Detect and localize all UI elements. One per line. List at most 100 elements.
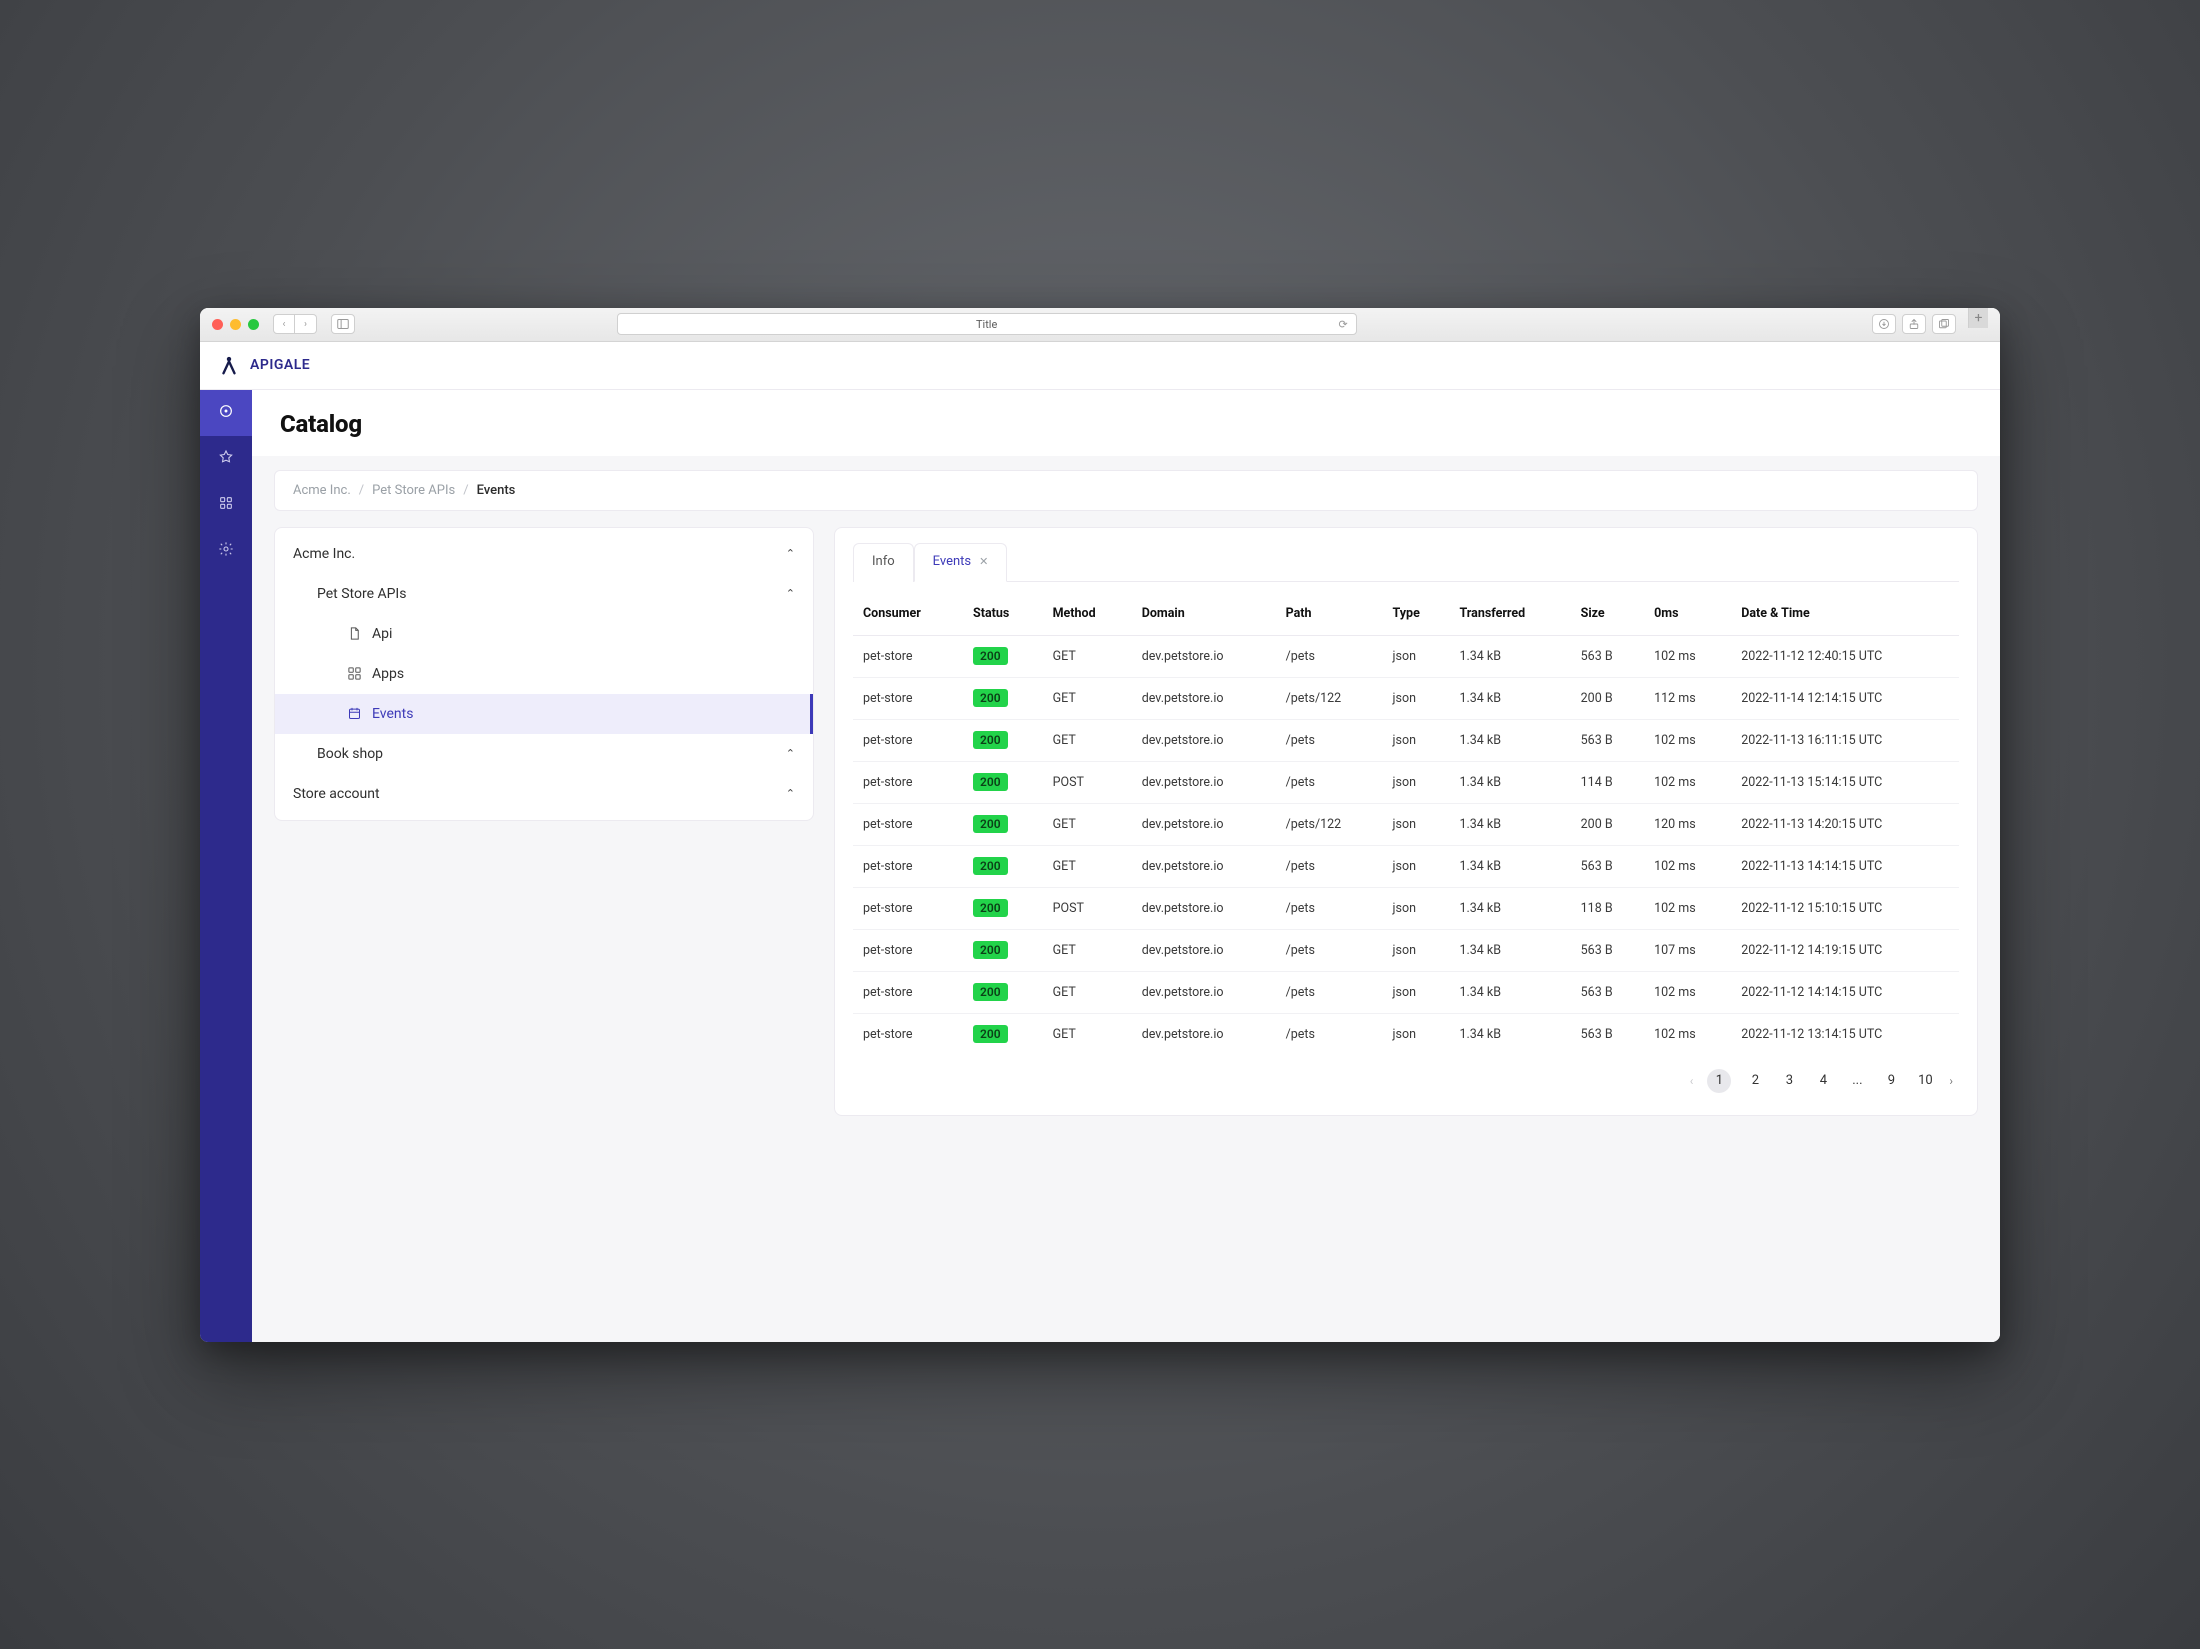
status-badge: 200: [973, 647, 1008, 665]
cell-type: json: [1383, 761, 1450, 803]
table-row[interactable]: pet-store200GETdev.petstore.io/petsjson1…: [853, 971, 1959, 1013]
tabs-button[interactable]: [1932, 314, 1956, 334]
new-tab-button[interactable]: +: [1968, 308, 1988, 328]
close-window-icon[interactable]: [212, 319, 223, 330]
col-path[interactable]: Path: [1276, 592, 1383, 636]
cell-method: POST: [1043, 887, 1132, 929]
status-badge: 200: [973, 815, 1008, 833]
table-row[interactable]: pet-store200GETdev.petstore.io/petsjson1…: [853, 845, 1959, 887]
cell-size: 563 B: [1571, 929, 1644, 971]
tree-item-api[interactable]: Api: [275, 614, 813, 654]
layout: Acme Inc. / Pet Store APIs / Events Acme…: [252, 456, 2000, 1142]
col-transferred[interactable]: Transferred: [1449, 592, 1570, 636]
cell-method: GET: [1043, 845, 1132, 887]
cell-transferred: 1.34 kB: [1449, 1013, 1570, 1055]
cell-type: json: [1383, 929, 1450, 971]
gear-icon: [218, 541, 234, 561]
cell-transferred: 1.34 kB: [1449, 635, 1570, 677]
share-button[interactable]: [1902, 314, 1926, 334]
cell-transferred: 1.34 kB: [1449, 971, 1570, 1013]
tree-item-events[interactable]: Events: [275, 694, 813, 734]
page-number[interactable]: 9: [1881, 1073, 1901, 1088]
cell-ms: 102 ms: [1644, 971, 1731, 1013]
star-icon: [218, 449, 234, 469]
table-row[interactable]: pet-store200POSTdev.petstore.io/petsjson…: [853, 887, 1959, 929]
status-badge: 200: [973, 689, 1008, 707]
col-datetime[interactable]: Date & Time: [1731, 592, 1959, 636]
cell-datetime: 2022-11-12 15:10:15 UTC: [1731, 887, 1959, 929]
page-number[interactable]: 1: [1707, 1069, 1731, 1093]
tree-node-org[interactable]: Acme Inc. ⌃: [275, 534, 813, 574]
brand-logo-icon: [218, 354, 240, 376]
cell-consumer: pet-store: [853, 845, 963, 887]
tab-label: Events: [933, 554, 971, 569]
cell-type: json: [1383, 1013, 1450, 1055]
col-domain[interactable]: Domain: [1132, 592, 1276, 636]
minimize-window-icon[interactable]: [230, 319, 241, 330]
chrome-right: [1872, 314, 1956, 334]
tree-label: Pet Store APIs: [317, 586, 406, 602]
cell-domain: dev.petstore.io: [1132, 803, 1276, 845]
tab-events[interactable]: Events ✕: [914, 543, 1008, 582]
tree-node-store-account[interactable]: Store account ⌃: [275, 774, 813, 814]
col-status[interactable]: Status: [963, 592, 1043, 636]
app-window: ‹ › Title ⟳ + APIGALE: [200, 308, 2000, 1342]
page-prev-button[interactable]: ‹: [1690, 1074, 1694, 1088]
table-row[interactable]: pet-store200GETdev.petstore.io/petsjson1…: [853, 929, 1959, 971]
table-row[interactable]: pet-store200GETdev.petstore.io/petsjson1…: [853, 1013, 1959, 1055]
cell-size: 563 B: [1571, 1013, 1644, 1055]
sidebar-toggle-button[interactable]: [331, 314, 355, 334]
cell-status: 200: [963, 971, 1043, 1013]
cell-status: 200: [963, 719, 1043, 761]
cell-datetime: 2022-11-12 14:19:15 UTC: [1731, 929, 1959, 971]
table-row[interactable]: pet-store200POSTdev.petstore.io/petsjson…: [853, 761, 1959, 803]
breadcrumb-item[interactable]: Pet Store APIs: [372, 483, 455, 498]
cell-type: json: [1383, 803, 1450, 845]
back-button[interactable]: ‹: [273, 314, 295, 334]
apps-icon: [347, 666, 362, 681]
page-number[interactable]: 10: [1915, 1073, 1935, 1088]
col-ms[interactable]: 0ms: [1644, 592, 1731, 636]
tab-info[interactable]: Info: [853, 543, 914, 582]
status-badge: 200: [973, 899, 1008, 917]
col-consumer[interactable]: Consumer: [853, 592, 963, 636]
col-size[interactable]: Size: [1571, 592, 1644, 636]
rail-item-catalog[interactable]: [200, 390, 252, 436]
col-type[interactable]: Type: [1383, 592, 1450, 636]
cell-ms: 102 ms: [1644, 635, 1731, 677]
page-number[interactable]: 3: [1779, 1073, 1799, 1088]
close-icon[interactable]: ✕: [979, 555, 988, 568]
page-next-button[interactable]: ›: [1949, 1074, 1953, 1088]
tree-node-bookshop[interactable]: Book shop ⌃: [275, 734, 813, 774]
page-number[interactable]: 4: [1813, 1073, 1833, 1088]
table-row[interactable]: pet-store200GETdev.petstore.io/pets/122j…: [853, 803, 1959, 845]
tree-label: Book shop: [317, 746, 383, 762]
refresh-icon[interactable]: ⟳: [1338, 318, 1347, 331]
table-row[interactable]: pet-store200GETdev.petstore.io/pets/122j…: [853, 677, 1959, 719]
tree-label: Store account: [293, 786, 380, 802]
tree-item-label: Apps: [372, 666, 404, 682]
tree-node-group[interactable]: Pet Store APIs ⌃: [275, 574, 813, 614]
rail-item-settings[interactable]: [200, 528, 252, 574]
browser-chrome: ‹ › Title ⟳ +: [200, 308, 2000, 342]
calendar-icon: [347, 706, 362, 721]
page-number[interactable]: 2: [1745, 1073, 1765, 1088]
col-method[interactable]: Method: [1043, 592, 1132, 636]
table-row[interactable]: pet-store200GETdev.petstore.io/petsjson1…: [853, 635, 1959, 677]
rail-item-dashboard[interactable]: [200, 482, 252, 528]
rail-item-favorites[interactable]: [200, 436, 252, 482]
chevron-up-icon: ⌃: [786, 547, 795, 560]
cell-type: json: [1383, 887, 1450, 929]
breadcrumb-item[interactable]: Acme Inc.: [293, 483, 351, 498]
maximize-window-icon[interactable]: [248, 319, 259, 330]
tree-panel: Acme Inc. ⌃ Pet Store APIs ⌃: [274, 527, 814, 821]
table-row[interactable]: pet-store200GETdev.petstore.io/petsjson1…: [853, 719, 1959, 761]
forward-button[interactable]: ›: [295, 314, 317, 334]
cell-type: json: [1383, 677, 1450, 719]
download-button[interactable]: [1872, 314, 1896, 334]
tree-item-apps[interactable]: Apps: [275, 654, 813, 694]
url-bar[interactable]: Title ⟳: [617, 313, 1357, 335]
cell-datetime: 2022-11-14 12:14:15 UTC: [1731, 677, 1959, 719]
cell-size: 563 B: [1571, 971, 1644, 1013]
status-badge: 200: [973, 1025, 1008, 1043]
